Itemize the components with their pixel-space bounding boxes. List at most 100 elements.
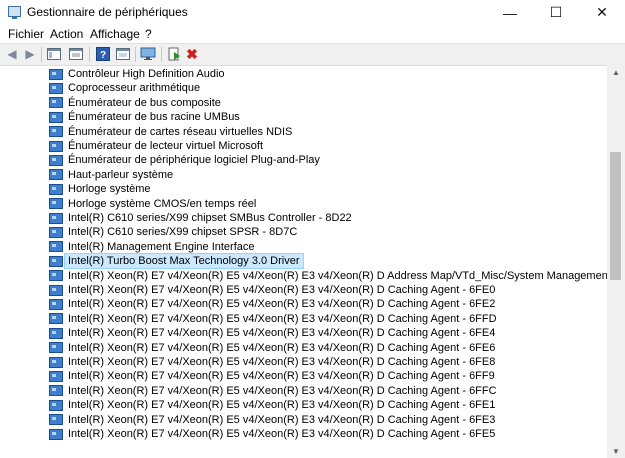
system-device-icon (49, 97, 63, 109)
device-label: Intel(R) Management Engine Interface (68, 240, 255, 253)
device-label: Intel(R) Xeon(R) E7 v4/Xeon(R) E5 v4/Xeo… (68, 356, 496, 368)
device-manager-icon (8, 6, 21, 19)
device-list-item[interactable]: Intel(R) Xeon(R) E7 v4/Xeon(R) E5 v4/Xeo… (49, 355, 498, 369)
back-icon[interactable]: ◀ (4, 46, 20, 62)
device-label: Intel(R) Xeon(R) E7 v4/Xeon(R) E5 v4/Xeo… (68, 399, 496, 412)
menu-action[interactable]: Action (50, 27, 83, 41)
device-label: Intel(R) Turbo Boost Max Technology 3.0 … (64, 253, 304, 270)
device-list-item[interactable]: Intel(R) C610 series/X99 chipset SMBus C… (49, 211, 355, 225)
properties-icon[interactable] (68, 46, 84, 62)
close-button[interactable]: ✕ (579, 0, 625, 25)
forward-icon[interactable]: ▶ (22, 46, 38, 62)
scrollbar-thumb[interactable] (610, 152, 621, 280)
system-device-icon (49, 270, 63, 282)
system-device-icon (49, 284, 63, 296)
device-list-item[interactable]: Horloge système CMOS/en temps réel (49, 197, 259, 211)
system-device-icon (49, 428, 63, 440)
device-label: Énumérateur de bus racine UMBus (68, 111, 240, 124)
menu-fichier[interactable]: Fichier (8, 27, 44, 41)
device-list-item[interactable]: Intel(R) Management Engine Interface (49, 240, 258, 254)
device-label: Intel(R) Xeon(R) E7 v4/Xeon(R) E5 v4/Xeo… (68, 341, 496, 354)
device-list-item[interactable]: Intel(R) Xeon(R) E7 v4/Xeon(R) E5 v4/Xeo… (49, 369, 498, 383)
device-list-item[interactable]: Intel(R) Xeon(R) E7 v4/Xeon(R) E5 v4/Xeo… (49, 427, 498, 441)
device-label: Intel(R) Xeon(R) E7 v4/Xeon(R) E5 v4/Xeo… (68, 384, 497, 397)
system-device-icon (49, 140, 63, 152)
system-device-icon (49, 298, 63, 310)
system-device-icon (49, 198, 63, 210)
toolbar-separator (89, 47, 90, 62)
device-label: Intel(R) Xeon(R) E7 v4/Xeon(R) E5 v4/Xeo… (68, 269, 607, 282)
device-list-item[interactable]: Intel(R) Xeon(R) E7 v4/Xeon(R) E5 v4/Xeo… (49, 384, 500, 398)
device-label: Intel(R) Xeon(R) E7 v4/Xeon(R) E5 v4/Xeo… (68, 284, 496, 296)
device-list-item[interactable]: Énumérateur de bus composite (49, 96, 224, 110)
device-label: Intel(R) Xeon(R) E7 v4/Xeon(R) E5 v4/Xeo… (68, 312, 497, 325)
system-device-icon (49, 255, 63, 267)
device-list-item[interactable]: Intel(R) Xeon(R) E7 v4/Xeon(R) E5 v4/Xeo… (49, 326, 498, 340)
system-device-icon (49, 313, 63, 325)
device-label: Énumérateur de bus composite (68, 96, 221, 109)
system-device-icon (49, 327, 63, 339)
device-list-item[interactable]: Énumérateur de bus racine UMBus (49, 110, 243, 124)
system-device-icon (49, 154, 63, 166)
toolbar-separator (135, 47, 136, 62)
device-label: Intel(R) Xeon(R) E7 v4/Xeon(R) E5 v4/Xeo… (68, 413, 496, 426)
device-list-item[interactable]: Intel(R) Xeon(R) E7 v4/Xeon(R) E5 v4/Xeo… (49, 283, 498, 297)
device-list-item[interactable]: Haut-parleur système (49, 168, 176, 182)
device-label: Coprocesseur arithmétique (68, 82, 201, 95)
menu-help[interactable]: ? (145, 27, 152, 41)
device-label: Intel(R) C610 series/X99 chipset SPSR - … (68, 226, 298, 239)
device-list-item[interactable]: Contrôleur High Definition Audio (49, 67, 228, 81)
device-list-item[interactable]: Intel(R) Xeon(R) E7 v4/Xeon(R) E5 v4/Xeo… (49, 312, 500, 326)
vertical-scrollbar[interactable]: ▲ ▼ (607, 65, 625, 458)
system-device-icon (49, 241, 63, 253)
device-list-item[interactable]: Horloge système (49, 182, 154, 196)
device-list-item[interactable]: Intel(R) C610 series/X99 chipset SPSR - … (49, 225, 300, 239)
system-device-icon (49, 385, 63, 397)
svg-text:?: ? (100, 50, 106, 61)
help-icon[interactable]: ? (95, 46, 111, 62)
minimize-button[interactable]: — (487, 0, 533, 25)
uninstall-icon[interactable]: ✖ (184, 46, 200, 62)
system-device-icon (49, 226, 63, 238)
monitor-scan-icon[interactable] (140, 46, 156, 62)
device-list-item[interactable]: Intel(R) Turbo Boost Max Technology 3.0 … (49, 253, 304, 270)
device-list-item[interactable]: Intel(R) Xeon(R) E7 v4/Xeon(R) E5 v4/Xeo… (49, 297, 498, 311)
device-list-item[interactable]: Intel(R) Xeon(R) E7 v4/Xeon(R) E5 v4/Xeo… (49, 398, 498, 412)
system-device-icon (49, 169, 63, 181)
add-driver-icon[interactable] (166, 46, 182, 62)
scroll-up-arrow-icon[interactable]: ▲ (607, 65, 625, 79)
device-label: Énumérateur de cartes réseau virtuelles … (68, 125, 293, 138)
system-device-icon (49, 111, 63, 123)
menu-affichage[interactable]: Affichage (90, 27, 140, 41)
system-device-icon (49, 82, 63, 94)
system-device-icon (49, 126, 63, 138)
view-icon[interactable] (115, 46, 131, 62)
device-list-item[interactable]: Énumérateur de lecteur virtuel Microsoft (49, 139, 266, 153)
device-list-item[interactable]: Intel(R) Xeon(R) E7 v4/Xeon(R) E5 v4/Xeo… (49, 269, 607, 283)
device-list-item[interactable]: Énumérateur de cartes réseau virtuelles … (49, 125, 295, 139)
maximize-button[interactable]: ☐ (533, 0, 579, 25)
system-device-icon (49, 370, 63, 382)
device-label: Intel(R) Xeon(R) E7 v4/Xeon(R) E5 v4/Xeo… (68, 327, 496, 340)
system-device-icon (49, 399, 63, 411)
device-list-item[interactable]: Intel(R) Xeon(R) E7 v4/Xeon(R) E5 v4/Xeo… (49, 341, 498, 355)
system-device-icon (49, 212, 63, 224)
device-list-item[interactable]: Coprocesseur arithmétique (49, 81, 203, 95)
device-list-item[interactable]: Intel(R) Xeon(R) E7 v4/Xeon(R) E5 v4/Xeo… (49, 413, 498, 427)
device-label: Énumérateur de périphérique logiciel Plu… (68, 154, 320, 167)
menu-bar: Fichier Action Affichage ? (0, 25, 625, 43)
system-device-icon (49, 414, 63, 426)
title-bar: Gestionnaire de périphériques — ☐ ✕ (0, 0, 625, 25)
window-title: Gestionnaire de périphériques (27, 5, 188, 19)
scroll-down-arrow-icon[interactable]: ▼ (607, 444, 625, 458)
show-hide-tree-icon[interactable] (46, 46, 62, 62)
device-label: Intel(R) Xeon(R) E7 v4/Xeon(R) E5 v4/Xeo… (68, 428, 496, 440)
system-device-icon (49, 356, 63, 368)
device-list: Contrôleur High Definition Audio Coproces… (0, 65, 607, 458)
device-list-item[interactable]: Énumérateur de périphérique logiciel Plu… (49, 153, 323, 167)
device-label: Intel(R) Xeon(R) E7 v4/Xeon(R) E5 v4/Xeo… (68, 370, 495, 383)
system-device-icon (49, 183, 63, 195)
system-device-icon (49, 68, 63, 80)
toolbar: ◀ ▶ ? ✖ (0, 43, 625, 66)
device-label: Contrôleur High Definition Audio (68, 68, 225, 80)
